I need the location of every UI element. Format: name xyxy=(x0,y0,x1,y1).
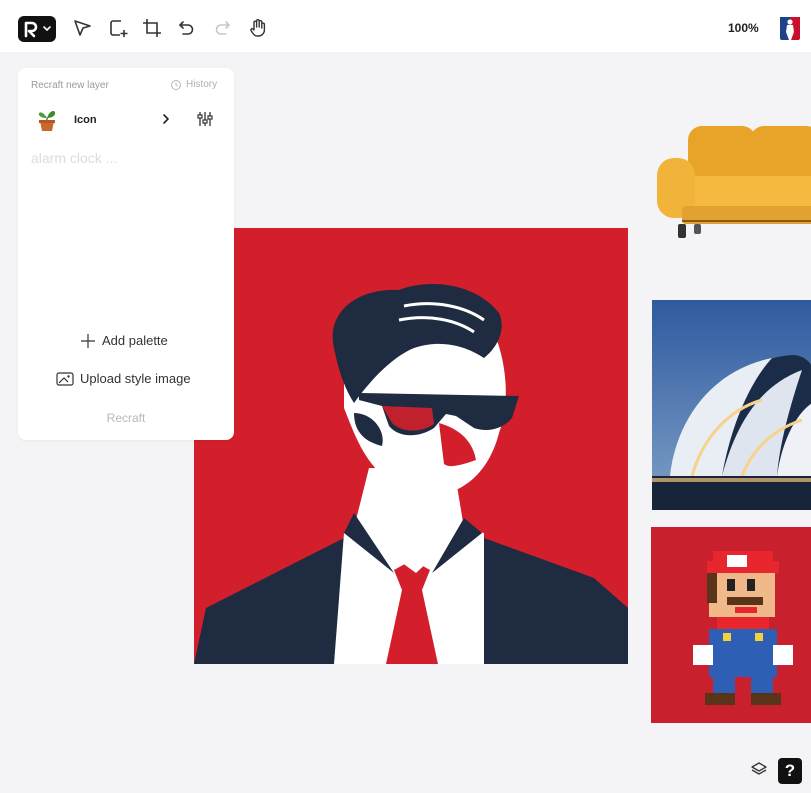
panel-title: Recraft new layer xyxy=(31,80,109,91)
image-futuristic-building[interactable] xyxy=(652,300,811,510)
image-portrait-man[interactable] xyxy=(194,228,628,664)
avatar[interactable] xyxy=(778,14,802,42)
logo-menu-button[interactable] xyxy=(18,16,56,42)
style-selector-label[interactable]: Icon xyxy=(74,114,97,126)
history-button[interactable]: History xyxy=(186,79,217,90)
pointer-icon[interactable] xyxy=(72,17,94,39)
sofa-illustration xyxy=(657,126,811,238)
recraft-panel: Recraft new layer History Icon Add palet… xyxy=(18,68,234,440)
history-icon[interactable] xyxy=(170,79,182,91)
upload-style-label: Upload style image xyxy=(80,371,191,386)
building-illustration xyxy=(652,300,811,510)
add-frame-icon[interactable] xyxy=(107,17,129,39)
layers-icon[interactable] xyxy=(750,760,768,778)
hand-icon[interactable] xyxy=(247,17,269,39)
logo-icon xyxy=(24,21,51,38)
pixel-character-illustration xyxy=(693,551,793,705)
help-button[interactable]: ? xyxy=(778,758,802,784)
undo-icon[interactable] xyxy=(176,17,198,39)
image-pixel-mario[interactable] xyxy=(651,527,811,723)
plant-icon xyxy=(38,111,56,131)
zoom-level[interactable]: 100% xyxy=(728,21,759,35)
redo-icon[interactable] xyxy=(211,17,233,39)
crop-icon[interactable] xyxy=(141,17,163,39)
settings-sliders-icon[interactable] xyxy=(196,110,214,128)
portrait-illustration xyxy=(194,283,628,664)
recraft-button[interactable]: Recraft xyxy=(84,409,168,427)
image-yellow-sofa[interactable] xyxy=(652,118,811,244)
add-palette-label: Add palette xyxy=(102,333,168,348)
plus-icon xyxy=(81,334,95,348)
upload-image-icon xyxy=(56,372,74,386)
top-toolbar: 100% xyxy=(0,0,811,52)
prompt-input[interactable] xyxy=(31,148,221,168)
chevron-right-icon[interactable] xyxy=(160,112,172,126)
